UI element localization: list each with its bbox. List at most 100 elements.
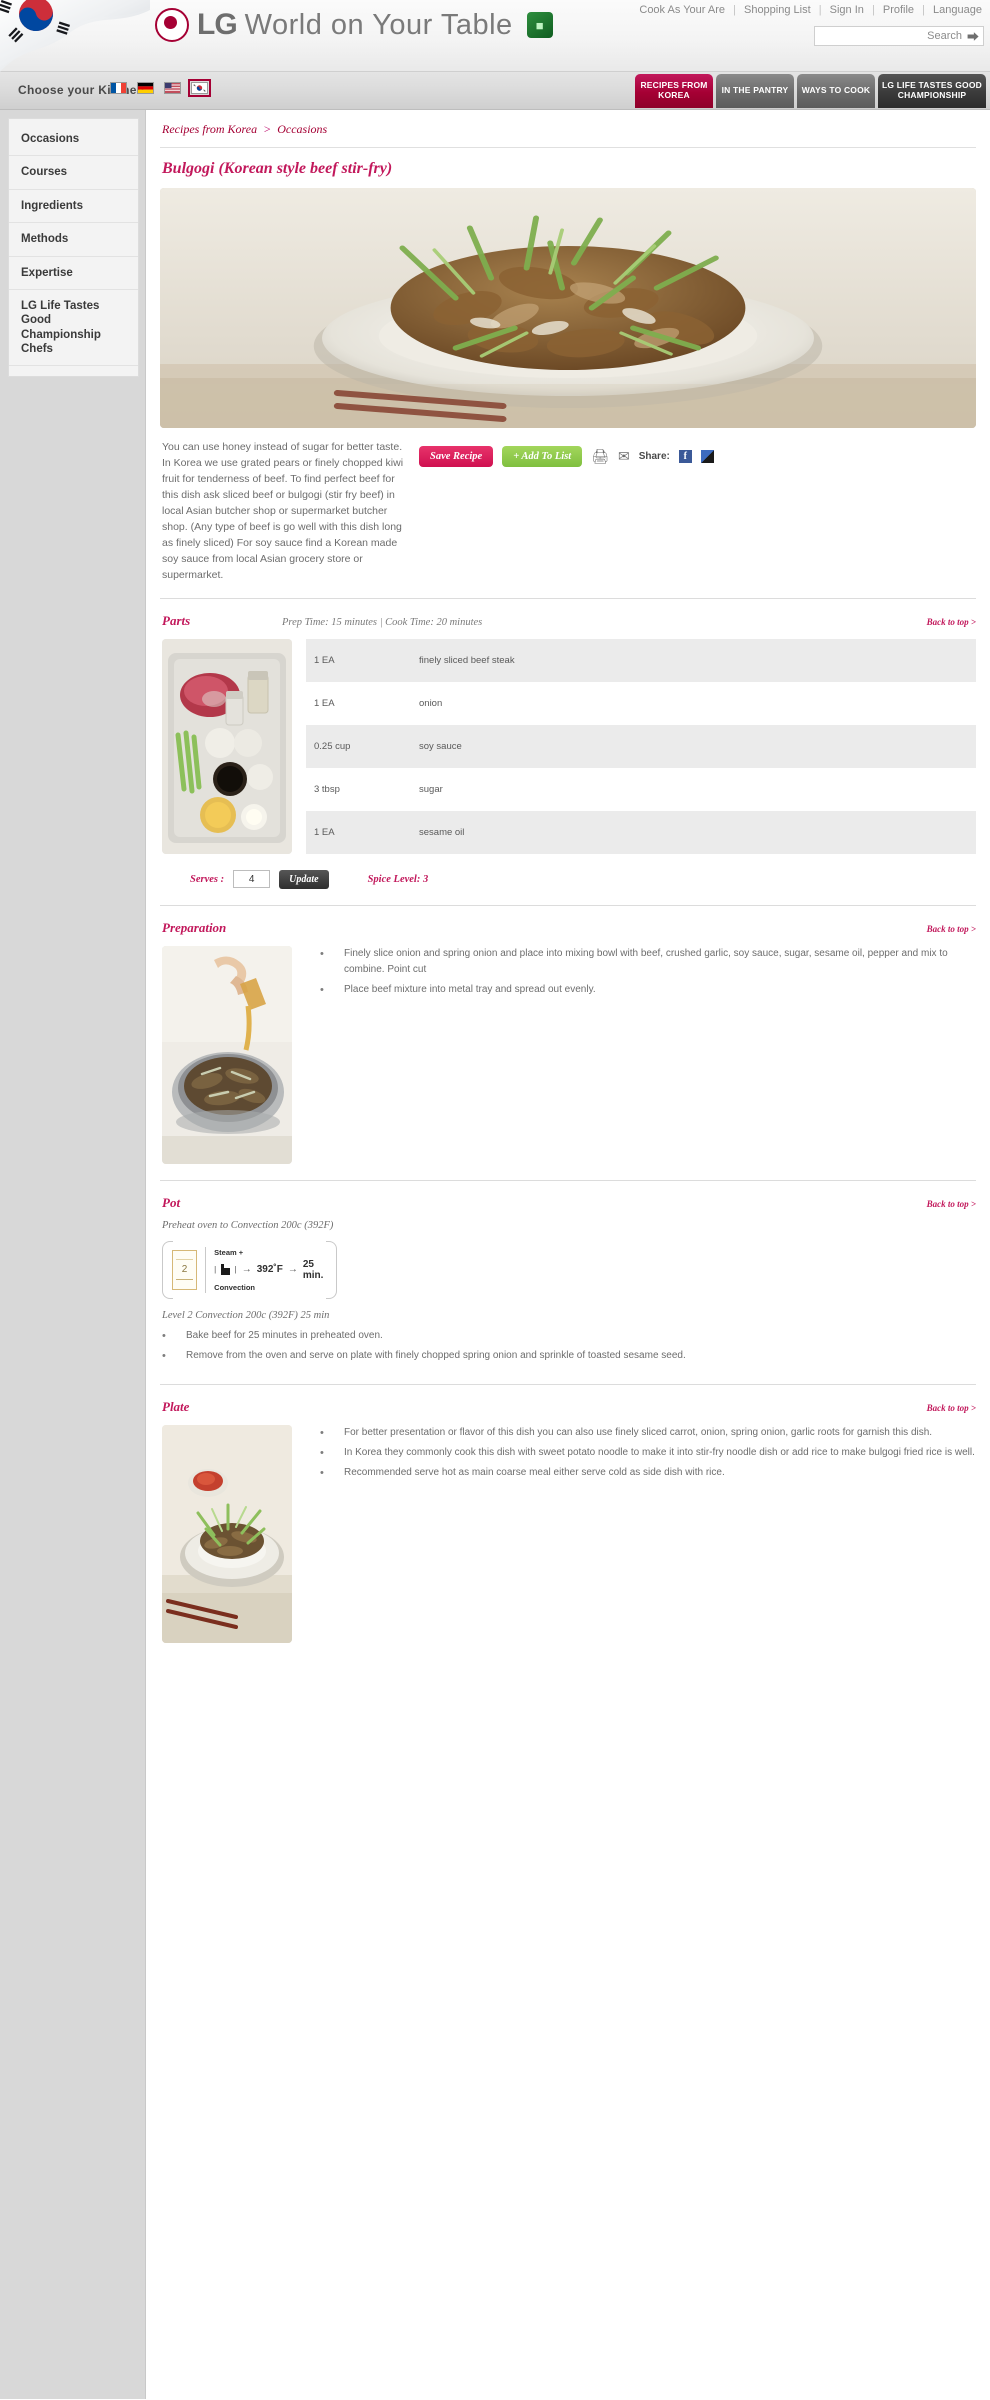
page-body: Occasions Courses Ingredients Methods Ex… <box>0 110 990 2399</box>
sidebar-item-methods[interactable]: Methods <box>9 223 138 257</box>
pot-title: Pot <box>162 1194 181 1210</box>
serves-input[interactable] <box>233 870 271 889</box>
footer-spacer <box>160 1658 976 1719</box>
preparation-steps: Finely slice onion and spring onion and … <box>306 946 976 1164</box>
email-icon[interactable]: ✉ <box>618 448 630 465</box>
share-label: Share: <box>638 451 670 462</box>
oven-mode-group: Steam + | | → 392˚F → 25 min. Convection <box>205 1246 327 1293</box>
recipe-description: You can use honey instead of sugar for b… <box>162 441 404 581</box>
oven-mode-top: Steam + <box>214 1247 244 1257</box>
plate-title: Plate <box>162 1398 190 1414</box>
list-item: Finely slice onion and spring onion and … <box>320 946 976 978</box>
parts-times: Prep Time: 15 minutes | Cook Time: 20 mi… <box>282 617 927 628</box>
oven-bar-left-icon: | <box>214 1265 217 1275</box>
sidebar-item-occasions[interactable]: Occasions <box>9 123 138 157</box>
list-item: Recommended serve hot as main coarse mea… <box>320 1465 976 1483</box>
time-separator: | <box>379 616 383 628</box>
flag-france-icon[interactable] <box>110 82 127 94</box>
search-input[interactable] <box>778 27 928 45</box>
preparation-title: Preparation <box>162 919 227 935</box>
update-button[interactable]: Update <box>279 869 329 889</box>
list-item: Bake beef for 25 minutes in preheated ov… <box>162 1328 976 1346</box>
serves-row: Serves : Update Spice Level: 3 <box>162 869 976 889</box>
save-recipe-button[interactable]: Save Recipe <box>419 446 494 467</box>
preparation-body: Finely slice onion and spring onion and … <box>162 945 976 1164</box>
lg-wordmark: LG <box>197 8 238 41</box>
sidebar-item-expertise[interactable]: Expertise <box>9 257 138 290</box>
preparation-section: Preparation Back to top > • Finely slice… <box>160 904 976 1180</box>
tab-ways-to-cook[interactable]: WAYS TO COOK <box>797 74 875 108</box>
plate-back-to-top[interactable]: Back to top > <box>927 1403 976 1413</box>
flag-germany-icon[interactable] <box>137 82 154 94</box>
topnav-divider: | <box>733 4 736 16</box>
search-submit-icon[interactable]: ⮕ <box>967 28 979 45</box>
preparation-header: Preparation Back to top > <box>162 920 976 936</box>
preparation-photo <box>162 945 292 1164</box>
facebook-share-icon[interactable]: f <box>678 450 692 463</box>
breadcrumb-separator: > <box>263 122 272 136</box>
sidebar-item-championship-chefs[interactable]: LG Life Tastes Good Championship Chefs <box>9 290 138 367</box>
topnav-sign-in[interactable]: Sign In <box>830 4 864 16</box>
oven-bar-right-icon: | <box>234 1265 237 1275</box>
tab-recipes-from-korea[interactable]: RECIPES FROM KOREA <box>635 74 713 108</box>
topnav-cook-as-your-are[interactable]: Cook As Your Are <box>639 4 725 16</box>
ingredient-qty: 3 tbsp <box>314 783 340 795</box>
topnav-shopping-list[interactable]: Shopping List <box>744 4 811 16</box>
parts-back-to-top[interactable]: Back to top > <box>927 617 976 627</box>
plate-header: Plate Back to top > <box>162 1399 976 1415</box>
flag-usa-icon[interactable] <box>164 82 181 94</box>
oven-mode-bottom: Convection <box>214 1282 255 1292</box>
spice-level: Spice Level: 3 <box>367 873 429 885</box>
oven-mode-icon <box>221 1264 231 1276</box>
pot-header: Pot Back to top > <box>162 1195 976 1211</box>
oven-level-value: 2 <box>181 1264 188 1276</box>
ingredient-name: soy sauce <box>411 724 976 768</box>
arrow-icon: → <box>287 1264 298 1276</box>
plate-section: Plate Back to top > • For better present… <box>160 1383 976 1659</box>
ingredient-qty: 1 EA <box>306 638 411 682</box>
topnav-profile[interactable]: Profile <box>883 4 914 16</box>
print-icon[interactable]: 🖨 <box>591 448 609 465</box>
top-utility-nav: Cook As Your Are | Shopping List | Sign … <box>639 4 982 16</box>
table-row: 3 tbsp sugar <box>306 768 976 811</box>
tab-lg-life-tastes-good-championship[interactable]: LG LIFE TASTES GOOD CHAMPIONSHIP <box>878 74 986 108</box>
ingredients-photo <box>162 638 292 854</box>
preparation-back-to-top[interactable]: Back to top > <box>927 924 976 934</box>
main-content: Recipes from Korea > Occasions Bulgogi (… <box>145 110 990 2399</box>
prep-time: Prep Time: 15 minutes <box>282 616 377 628</box>
serves-label: Serves : <box>190 873 225 885</box>
sidebar-item-courses[interactable]: Courses <box>9 156 138 190</box>
search-label: Search <box>927 30 962 42</box>
brand-tagline: World on Your Table <box>244 8 513 41</box>
list-item: Place beef mixture into metal tray and s… <box>320 982 976 1000</box>
tab-in-the-pantry[interactable]: IN THE PANTRY <box>716 74 794 108</box>
oven-temperature: 392˚F <box>256 1264 283 1276</box>
oven-settings-widget: 2 Steam + | | → 392˚F → 25 min. Convecti… <box>162 1239 337 1301</box>
recipe-hero-image <box>160 188 976 428</box>
site-header: LG World on Your Table ■ Cook As Your Ar… <box>0 0 990 72</box>
parts-title: Parts <box>162 612 191 628</box>
ingredient-name: sugar <box>419 783 443 795</box>
share-more-icon[interactable] <box>700 450 714 463</box>
breadcrumb-current[interactable]: Occasions <box>277 122 327 136</box>
sidebar-item-ingredients[interactable]: Ingredients <box>9 190 138 224</box>
pot-back-to-top[interactable]: Back to top > <box>927 1199 976 1209</box>
table-row: 1 EA finely sliced beef steak <box>306 638 976 682</box>
main-tab-nav: RECIPES FROM KOREA IN THE PANTRY WAYS TO… <box>635 74 986 108</box>
recipe-actions: Save Recipe + Add To List 🖨 ✉ Share: f <box>419 440 976 467</box>
add-to-list-button[interactable]: + Add To List <box>502 446 583 467</box>
ingredient-qty: 1 EA <box>314 697 335 709</box>
topnav-language[interactable]: Language <box>933 4 982 16</box>
pot-section: Pot Back to top > Preheat oven to Convec… <box>160 1179 976 1384</box>
breadcrumb: Recipes from Korea > Occasions <box>160 110 976 148</box>
search-box[interactable]: Search ⮕ <box>778 26 984 46</box>
topnav-divider: | <box>818 4 822 16</box>
topnav-divider: | <box>922 4 925 16</box>
description-row: You can use honey instead of sugar for b… <box>160 428 976 584</box>
ingredients-table: 1 EA finely sliced beef steak 1 EA onion… <box>306 638 976 854</box>
flag-korea-icon[interactable] <box>188 79 211 97</box>
brand-logo-group[interactable]: LG World on Your Table ■ <box>155 8 553 42</box>
oven-rack-level-icon: 2 <box>172 1249 198 1290</box>
plated-dish-photo <box>162 1424 292 1643</box>
breadcrumb-root[interactable]: Recipes from Korea <box>162 122 257 136</box>
